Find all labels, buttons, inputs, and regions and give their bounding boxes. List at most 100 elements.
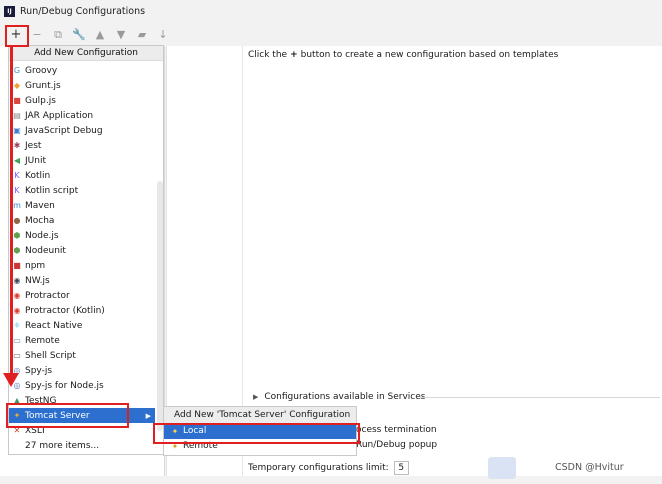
temp-config-limit-input[interactable]: 5 xyxy=(393,461,409,475)
menu-item-label: Kotlin xyxy=(25,170,51,181)
nodeunit-icon: ⬢ xyxy=(13,245,21,255)
protractor-icon: ◉ xyxy=(13,290,21,300)
watermark: CSDN @Hvitur xyxy=(555,462,624,473)
empty-state-hint: Click the + button to create a new configu… xyxy=(248,50,558,60)
gulp-icon: ■ xyxy=(13,95,21,105)
menu-item-label: Nodeunit xyxy=(25,245,66,256)
popup-scrollbar[interactable] xyxy=(157,181,163,431)
annotation-arrow-shaft xyxy=(10,45,13,375)
hint-plus-icon: + xyxy=(290,50,298,60)
add-configuration-popup: Add New Configuration G Groovy ◆ Grunt.js ■ G… xyxy=(8,45,164,455)
menu-item-protractor[interactable]: ◉ Protractor xyxy=(9,288,155,303)
react-native-icon: ⚛ xyxy=(13,320,21,330)
maven-icon: m xyxy=(13,200,21,210)
copy-icon[interactable]: ⧉ xyxy=(52,28,64,42)
nodejs-icon: ⬢ xyxy=(13,230,21,240)
menu-item-nwjs[interactable]: ◉ NW.js xyxy=(9,273,155,288)
annotation-box-local xyxy=(153,423,360,444)
services-section[interactable]: ▶ Configurations available in Services xyxy=(253,392,425,402)
jest-icon: ✱ xyxy=(13,140,21,150)
menu-item-label: Jest xyxy=(25,140,42,151)
process-termination-option[interactable]: ocess termination xyxy=(356,425,437,435)
menu-item-mocha[interactable]: ● Mocha xyxy=(9,213,155,228)
menu-item-nodeunit[interactable]: ⬢ Nodeunit xyxy=(9,243,155,258)
menu-item-label: Protractor xyxy=(25,290,70,301)
popup-header: Add New Configuration xyxy=(9,46,163,61)
menu-item-label: Protractor (Kotlin) xyxy=(25,305,105,316)
menu-item-protractor-kotlin[interactable]: ◉ Protractor (Kotlin) xyxy=(9,303,155,318)
menu-item-label: npm xyxy=(25,260,46,271)
services-section-label: Configurations available in Services xyxy=(264,392,426,402)
decorative-shape xyxy=(488,457,516,479)
menu-item-kotlin[interactable]: K Kotlin xyxy=(9,168,155,183)
remote-icon: ▭ xyxy=(13,335,21,345)
menu-item-spyjs[interactable]: ◎ Spy-js xyxy=(9,363,155,378)
submenu-header[interactable]: Add New 'Tomcat Server' Configuration xyxy=(164,407,356,424)
window-title: Run/Debug Configurations xyxy=(20,5,146,17)
title-bar: IJ Run/Debug Configurations xyxy=(0,0,662,22)
protractor-kotlin-icon: ◉ xyxy=(13,305,21,315)
menu-item-label: Grunt.js xyxy=(25,80,61,91)
annotation-box-add xyxy=(5,25,29,47)
menu-item-label: 27 more items... xyxy=(25,440,100,451)
menu-item-label: NW.js xyxy=(25,275,50,286)
temp-config-limit: Temporary configurations limit: 5 xyxy=(248,461,409,475)
annotation-arrowhead xyxy=(3,373,19,387)
run-debug-popup-option[interactable]: Run/Debug popup xyxy=(356,440,437,450)
menu-item-label: Kotlin script xyxy=(25,185,79,196)
grunt-icon: ◆ xyxy=(13,80,21,90)
menu-item-groovy[interactable]: G Groovy xyxy=(9,63,155,78)
jar-icon: ▤ xyxy=(13,110,21,120)
menu-item-js-debug[interactable]: ▣ JavaScript Debug xyxy=(9,123,155,138)
section-separator xyxy=(420,397,660,398)
menu-item-npm[interactable]: ■ npm xyxy=(9,258,155,273)
menu-item-spyjs-node[interactable]: ◎ Spy-js for Node.js xyxy=(9,378,155,393)
menu-item-label: Remote xyxy=(25,335,60,346)
hint-text-after: button to create a new configuration bas… xyxy=(300,50,559,60)
intellij-logo-icon: IJ xyxy=(4,5,15,17)
menu-item-jar[interactable]: ▤ JAR Application xyxy=(9,108,155,123)
junit-icon: ◀ xyxy=(13,155,21,165)
wrench-icon[interactable]: 🔧 xyxy=(72,28,86,42)
npm-icon: ■ xyxy=(13,260,21,270)
menu-item-label: Maven xyxy=(25,200,55,211)
annotation-box-tomcat xyxy=(6,403,129,428)
menu-item-label: JUnit xyxy=(25,155,46,166)
menu-item-label: JAR Application xyxy=(25,110,94,121)
menu-item-more-items[interactable]: 27 more items... xyxy=(9,438,155,453)
menu-item-junit[interactable]: ◀ JUnit xyxy=(9,153,155,168)
menu-item-react-native[interactable]: ⚛ React Native xyxy=(9,318,155,333)
menu-item-label: Mocha xyxy=(25,215,55,226)
menu-item-label: JavaScript Debug xyxy=(25,125,103,136)
menu-item-maven[interactable]: m Maven xyxy=(9,198,155,213)
menu-item-label: Gulp.js xyxy=(25,95,56,106)
menu-item-label: Shell Script xyxy=(25,350,76,361)
menu-item-kotlin-script[interactable]: K Kotlin script xyxy=(9,183,155,198)
menu-item-label: Groovy xyxy=(25,65,58,76)
submenu-arrow-icon: ▶ xyxy=(145,411,151,420)
mocha-icon: ● xyxy=(13,215,21,225)
arrow-up-icon[interactable]: ▲ xyxy=(94,28,106,42)
blank-icon xyxy=(12,441,22,451)
groovy-icon: G xyxy=(13,65,21,75)
menu-item-label: Node.js xyxy=(25,230,59,241)
folder-icon[interactable]: ▰ xyxy=(136,28,148,42)
hint-text-before: Click the xyxy=(248,50,288,60)
expand-triangle-icon[interactable]: ▶ xyxy=(253,393,258,401)
menu-item-remote[interactable]: ▭ Remote xyxy=(9,333,155,348)
menu-item-label: Spy-js xyxy=(25,365,53,376)
menu-item-grunt[interactable]: ◆ Grunt.js xyxy=(9,78,155,93)
js-debug-icon: ▣ xyxy=(13,125,21,135)
nwjs-icon: ◉ xyxy=(13,275,21,285)
menu-item-label: React Native xyxy=(25,320,83,331)
kotlin-script-icon: K xyxy=(14,185,20,195)
sort-icon[interactable]: ↓ xyxy=(157,28,169,42)
menu-item-jest[interactable]: ✱ Jest xyxy=(9,138,155,153)
arrow-down-icon[interactable]: ▼ xyxy=(115,28,127,42)
shell-script-icon: ▭ xyxy=(13,350,21,360)
menu-item-gulp[interactable]: ■ Gulp.js xyxy=(9,93,155,108)
menu-item-nodejs[interactable]: ⬢ Node.js xyxy=(9,228,155,243)
remove-icon[interactable]: − xyxy=(31,28,43,42)
menu-item-label: Spy-js for Node.js xyxy=(25,380,104,391)
menu-item-shell-script[interactable]: ▭ Shell Script xyxy=(9,348,155,363)
